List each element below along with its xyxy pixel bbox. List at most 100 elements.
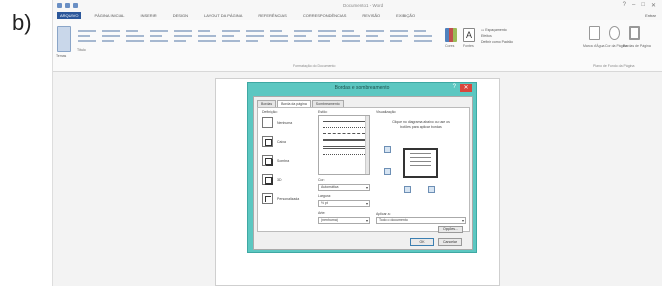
style-set-5[interactable] xyxy=(173,27,193,47)
style-set-9[interactable] xyxy=(269,27,289,47)
preview-area: Clique no diagrama abaixo ou use os botõ… xyxy=(376,120,466,220)
style-set-6[interactable] xyxy=(197,27,217,47)
style-label: Estilo: xyxy=(318,110,328,114)
preview-page[interactable] xyxy=(403,148,438,178)
setting-custom-label: Personalizada xyxy=(277,196,300,201)
borders-shading-dialog: Bordas e sombreamento ? ✕ Bordas Borda d… xyxy=(247,82,477,253)
tab-mailings[interactable]: CORRESPONDÊNCIAS xyxy=(300,12,350,19)
cancel-button[interactable]: Cancelar xyxy=(438,238,462,246)
preview-instructions: Clique no diagrama abaixo ou use os botõ… xyxy=(392,120,450,129)
style-set-2[interactable] xyxy=(101,27,121,47)
border-style-list[interactable] xyxy=(318,115,370,175)
setting-box[interactable]: Caixa xyxy=(262,136,286,147)
dialog-title: Bordas e sombreamento xyxy=(334,85,390,91)
figure-label: b) xyxy=(12,10,32,35)
redo-icon[interactable] xyxy=(73,3,78,8)
set-default-label: Definir como Padrão xyxy=(481,40,513,44)
set-default-button[interactable]: Definir como Padrão xyxy=(481,40,513,44)
watermark-button[interactable] xyxy=(589,26,600,40)
style-set-3[interactable] xyxy=(125,27,145,47)
setting-none-icon xyxy=(262,117,273,128)
paragraph-spacing[interactable]: ▭ Espaçamento xyxy=(481,28,507,32)
style-option-double[interactable] xyxy=(323,146,365,149)
setting-3d-label: 3D xyxy=(277,177,282,182)
setting-shadow[interactable]: Sombra xyxy=(262,155,289,166)
setting-box-label: Caixa xyxy=(277,139,286,144)
title-label: Título xyxy=(77,48,86,52)
art-dropdown[interactable]: (nenhuma) xyxy=(318,217,370,224)
right-border-toggle[interactable] xyxy=(428,186,435,193)
width-dropdown[interactable]: ½ pt xyxy=(318,200,370,207)
style-option-dotted[interactable] xyxy=(323,127,365,128)
window-controls: ? – □ ✕ xyxy=(623,2,656,9)
style-option-solid[interactable] xyxy=(323,121,365,122)
left-border-toggle[interactable] xyxy=(404,186,411,193)
style-option-thick[interactable] xyxy=(323,139,365,141)
art-label: Arte: xyxy=(318,211,326,215)
page-borders-button[interactable] xyxy=(629,26,640,40)
style-set-11[interactable] xyxy=(317,27,337,47)
dialog-help-icon[interactable]: ? xyxy=(453,84,456,90)
window-title: Documento1 - Word xyxy=(343,3,384,8)
bottom-border-toggle[interactable] xyxy=(384,168,391,175)
tab-page-layout[interactable]: LAYOUT DA PÁGINA xyxy=(201,12,245,19)
tab-page-border[interactable]: Borda da página xyxy=(277,100,311,107)
color-dropdown[interactable]: Automática xyxy=(318,184,370,191)
dialog-close-button[interactable]: ✕ xyxy=(460,84,472,92)
minimize-icon[interactable]: – xyxy=(632,2,635,9)
quick-access-toolbar xyxy=(57,3,78,8)
tab-design[interactable]: DESIGN xyxy=(170,12,191,19)
style-set-4[interactable] xyxy=(149,27,169,47)
page-borders-label: Bordas de Página xyxy=(623,44,651,48)
style-set-15[interactable] xyxy=(413,27,433,47)
dialog-tabs: Bordas Borda da página Sombreamento xyxy=(257,100,345,107)
style-set-8[interactable] xyxy=(245,27,265,47)
tab-borders[interactable]: Bordas xyxy=(257,100,277,107)
help-icon[interactable]: ? xyxy=(623,2,626,9)
themes-label: Temas xyxy=(56,54,67,58)
setting-none[interactable]: Nenhuma xyxy=(262,117,292,128)
width-label: Largura: xyxy=(318,194,332,198)
style-set-12[interactable] xyxy=(341,27,361,47)
setting-none-label: Nenhuma xyxy=(277,120,293,125)
apply-to-label: Aplicar a: xyxy=(376,212,391,216)
fonts-label: Fontes xyxy=(463,44,474,48)
apply-to-dropdown[interactable]: Todo o documento xyxy=(376,217,466,224)
style-option-dashed[interactable] xyxy=(323,133,365,134)
top-border-toggle[interactable] xyxy=(384,146,391,153)
fonts-button[interactable]: A xyxy=(463,28,475,42)
style-set-13[interactable] xyxy=(365,27,385,47)
tab-review[interactable]: REVISÃO xyxy=(359,12,383,19)
tab-references[interactable]: REFERÊNCIAS xyxy=(255,12,289,19)
effects-label: Efeitos xyxy=(481,34,492,38)
page-border-panel: Definição: Nenhuma Caixa Sombra 3D Perso… xyxy=(257,107,470,233)
style-set-14[interactable] xyxy=(389,27,409,47)
ok-button[interactable]: OK xyxy=(410,238,434,246)
preview-label: Visualização xyxy=(376,110,396,114)
style-set-7[interactable] xyxy=(221,27,241,47)
style-option-dash-dot[interactable] xyxy=(323,154,365,155)
close-icon[interactable]: ✕ xyxy=(651,2,656,9)
tab-insert[interactable]: INSERIR xyxy=(137,12,159,19)
undo-icon[interactable] xyxy=(65,3,70,8)
style-list-scrollbar[interactable] xyxy=(365,116,369,174)
tab-view[interactable]: EXIBIÇÃO xyxy=(393,12,418,19)
save-icon[interactable] xyxy=(57,3,62,8)
ribbon: Temas Título Cores A Fontes ▭ Espaçament… xyxy=(53,20,662,72)
themes-button[interactable] xyxy=(57,26,71,52)
colors-button[interactable] xyxy=(445,28,457,42)
sign-in-link[interactable]: Entrar xyxy=(645,13,656,18)
tab-home[interactable]: PÁGINA INICIAL xyxy=(91,12,127,19)
style-set-1[interactable] xyxy=(77,27,97,47)
options-button[interactable]: Opções... xyxy=(438,226,463,233)
maximize-icon[interactable]: □ xyxy=(641,2,645,9)
setting-3d[interactable]: 3D xyxy=(262,174,281,185)
setting-custom[interactable]: Personalizada xyxy=(262,193,299,204)
effects-button[interactable]: Efeitos xyxy=(481,34,492,38)
page-color-button[interactable] xyxy=(609,26,620,40)
setting-3d-icon xyxy=(262,174,273,185)
tab-shading[interactable]: Sombreamento xyxy=(311,100,344,107)
tab-file[interactable]: ARQUIVO xyxy=(57,12,82,19)
group-document-formatting: Formatação do Documento xyxy=(293,64,336,68)
style-set-10[interactable] xyxy=(293,27,313,47)
